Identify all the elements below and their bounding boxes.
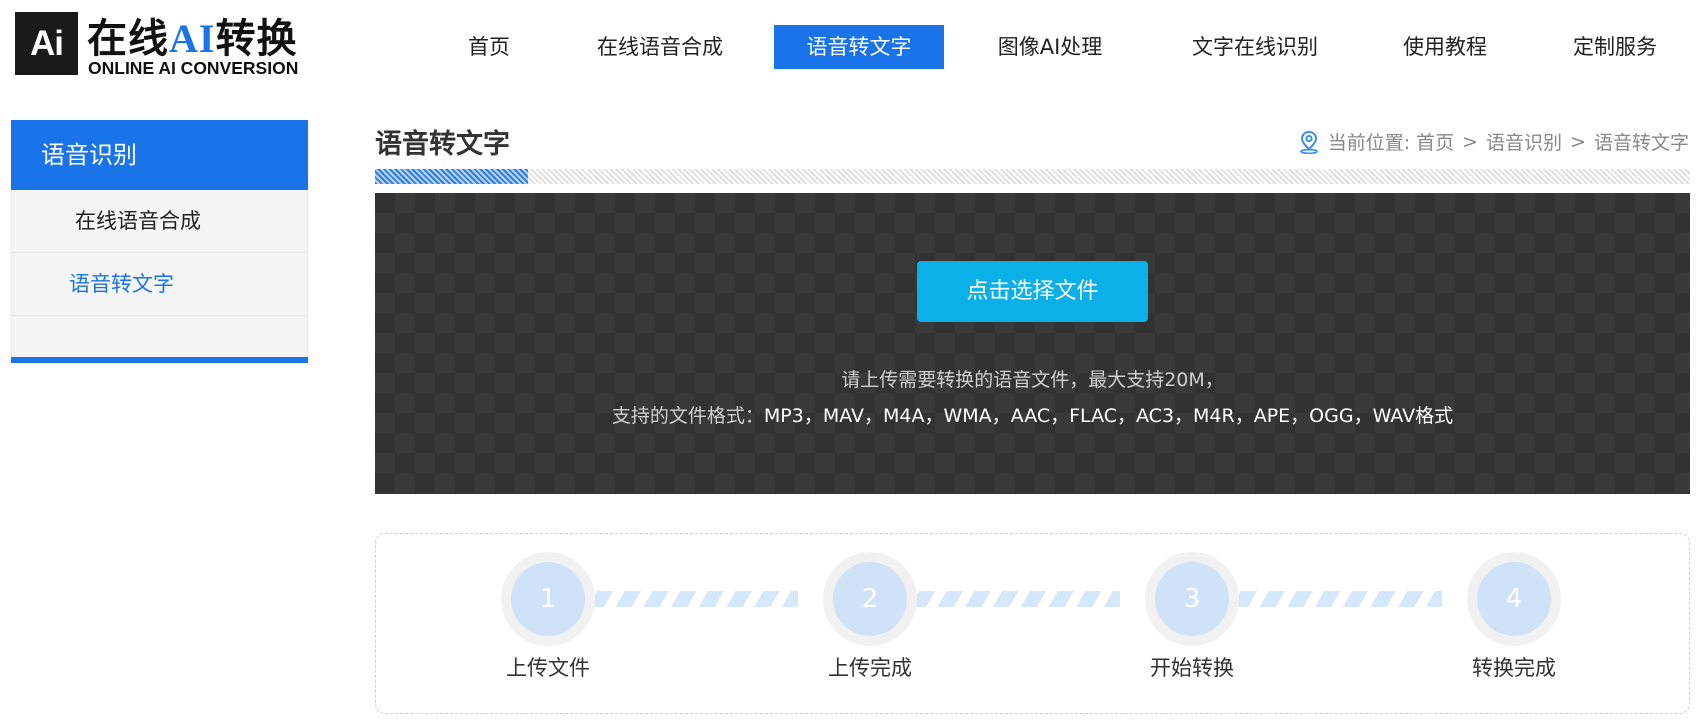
upload-hint-formats-prefix: 支持的文件格式： <box>611 405 764 427</box>
sidebar-title: 语音识别 <box>11 120 308 190</box>
upload-hint-size: 请上传需要转换的语音文件，最大支持20M， <box>841 369 1224 391</box>
logo-title-ai: AI <box>169 16 216 61</box>
step-label: 上传完成 <box>828 656 912 680</box>
step-ring: 1 <box>501 552 595 646</box>
logo-title-prefix: 在线 <box>87 16 169 62</box>
breadcrumb-separator: > <box>1570 130 1586 153</box>
location-pin-icon <box>1298 130 1320 154</box>
step-1: 1 上传文件 <box>468 552 628 682</box>
nav-item-home[interactable]: 首页 <box>433 25 545 69</box>
upload-area[interactable]: 点击选择文件 请上传需要转换的语音文件，最大支持20M， 支持的文件格式：MP3… <box>375 193 1690 494</box>
sidebar-item-speech-synthesis[interactable]: 在线语音合成 <box>12 190 307 253</box>
step-3: 3 开始转换 <box>1112 552 1272 682</box>
breadcrumb-prefix: 当前位置: <box>1327 132 1411 154</box>
breadcrumb-speech-to-text[interactable]: 语音转文字 <box>1594 128 1689 155</box>
upload-hint-formats-list: MP3，MAV，M4A，WMA，AAC，FLAC，AC3，M4R，APE，OGG… <box>763 405 1454 427</box>
nav-item-speech-synthesis[interactable]: 在线语音合成 <box>580 25 740 69</box>
step-number: 4 <box>1477 562 1551 636</box>
step-label: 转换完成 <box>1472 656 1556 680</box>
nav-item-image-ai[interactable]: 图像AI处理 <box>975 25 1125 69</box>
page-title: 语音转文字 <box>375 129 510 160</box>
step-4: 4 转换完成 <box>1434 552 1594 682</box>
sidebar-list: 在线语音合成 语音转文字 <box>11 190 308 357</box>
step-ring: 4 <box>1467 552 1561 646</box>
logo-subtitle: ONLINE AI CONVERSION <box>88 58 299 78</box>
step-label: 上传文件 <box>506 656 590 680</box>
step-label: 开始转换 <box>1150 656 1234 680</box>
conversion-steps: 1 上传文件 2 上传完成 3 开始转换 4 转换完成 <box>375 533 1690 714</box>
sidebar: 语音识别 在线语音合成 语音转文字 <box>11 120 308 363</box>
logo-badge: Ai <box>15 12 78 75</box>
step-ring: 3 <box>1145 552 1239 646</box>
sidebar-bottom-bar <box>11 357 308 363</box>
step-number: 3 <box>1155 562 1229 636</box>
site-logo[interactable]: Ai 在线AI转换 ONLINE AI CONVERSION <box>15 12 307 78</box>
select-file-button[interactable]: 点击选择文件 <box>917 261 1148 322</box>
breadcrumb-speech-recognition[interactable]: 语音识别 <box>1486 128 1562 155</box>
breadcrumb-separator: > <box>1462 130 1479 153</box>
nav-item-speech-to-text[interactable]: 语音转文字 <box>774 25 944 69</box>
nav-item-tutorial[interactable]: 使用教程 <box>1390 25 1500 69</box>
breadcrumb: 当前位置: 首页 > 语音识别 > 语音转文字 <box>1298 128 1689 155</box>
title-divider <box>375 169 1690 184</box>
breadcrumb-home[interactable]: 首页 <box>1416 128 1454 155</box>
step-ring: 2 <box>823 552 917 646</box>
step-number: 2 <box>833 562 907 636</box>
logo-title: 在线AI转换 <box>87 6 297 64</box>
nav-item-text-recognition[interactable]: 文字在线识别 <box>1175 25 1335 69</box>
nav-item-custom-service[interactable]: 定制服务 <box>1555 25 1675 69</box>
step-2: 2 上传完成 <box>790 552 950 682</box>
title-divider-accent <box>375 169 528 184</box>
sidebar-item-speech-to-text[interactable]: 语音转文字 <box>12 253 307 316</box>
logo-title-suffix: 转换 <box>215 16 298 62</box>
upload-hint-formats: 支持的文件格式：MP3，MAV，M4A，WMA，AAC，FLAC，AC3，M4R… <box>375 401 1690 428</box>
step-number: 1 <box>511 562 585 636</box>
